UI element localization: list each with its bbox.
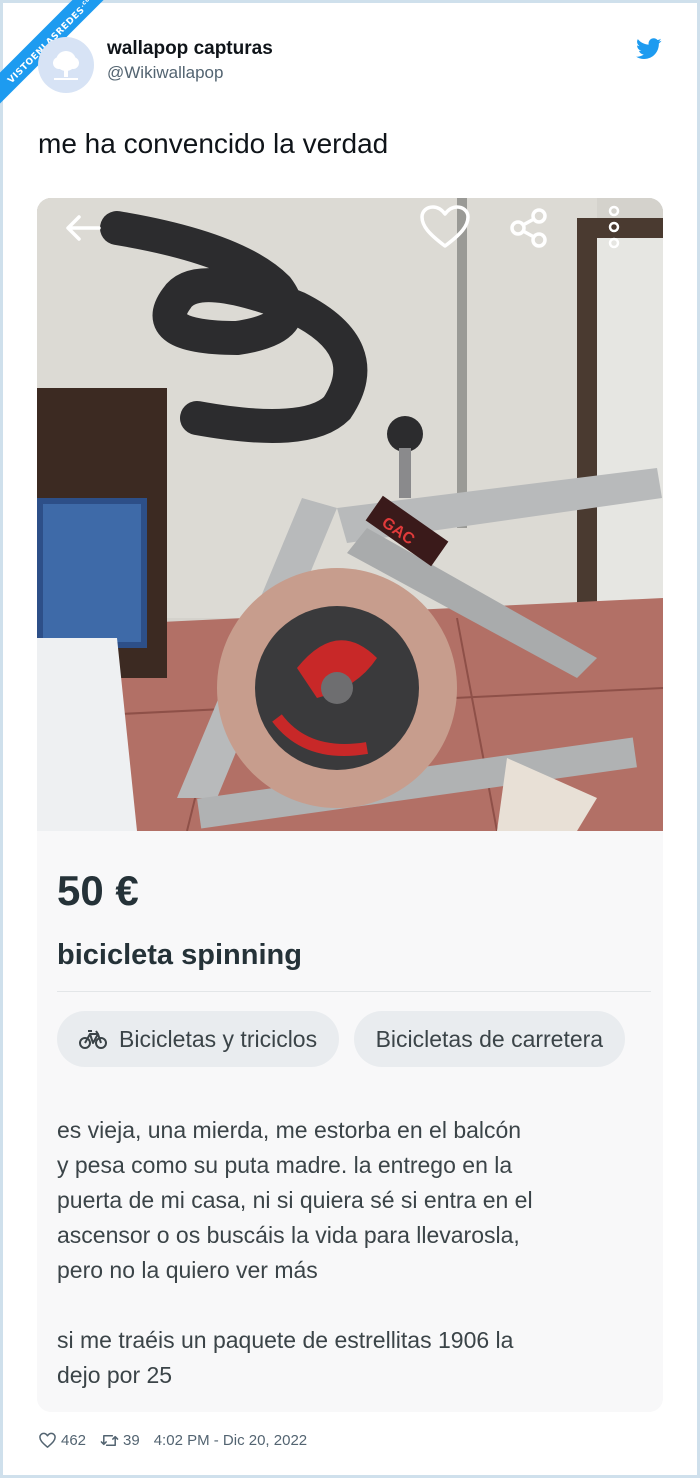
retweet-icon: [100, 1434, 119, 1446]
exercise-bike-photo: GAC: [37, 198, 663, 831]
author-handle[interactable]: @Wikiwallapop: [107, 63, 223, 83]
bicycle-icon: [79, 1030, 107, 1049]
retweet-button[interactable]: 39: [100, 1431, 140, 1450]
timestamp-text: 4:02 PM - Dic 20, 2022: [153, 1431, 308, 1449]
category-chip-label: Bicicletas y triciclos: [119, 1025, 318, 1052]
tree-logo-icon: [53, 51, 79, 80]
category-chips: Bicicletas y triciclos Bicicletas de car…: [57, 1011, 663, 1067]
description-paragraph: si me traéis un paquete de estrellitas 1…: [57, 1327, 514, 1388]
product-photo[interactable]: GAC: [37, 198, 663, 831]
like-button[interactable]: 462: [38, 1431, 86, 1450]
listing-details: 50 € bicicleta spinning Bicicletas y tri…: [37, 831, 663, 1412]
category-chip-label: Bicicletas de carretera: [375, 1025, 604, 1052]
more-options-icon[interactable]: [607, 204, 621, 250]
like-count: 462: [61, 1431, 87, 1449]
tweet-timestamp[interactable]: 4:02 PM - Dic 20, 2022: [154, 1432, 307, 1449]
twitter-bird-icon[interactable]: [636, 38, 662, 60]
listing-title: bicicleta spinning: [57, 939, 302, 971]
retweet-count: 39: [123, 1431, 140, 1449]
heart-icon: [39, 1432, 56, 1448]
category-chip-bicicletas-y-triciclos[interactable]: Bicicletas y triciclos: [57, 1011, 340, 1067]
divider: [57, 991, 651, 992]
favorite-heart-icon[interactable]: [419, 204, 471, 250]
author-name[interactable]: wallapop capturas: [107, 38, 273, 60]
avatar[interactable]: [38, 37, 94, 93]
category-chip-bicicletas-de-carretera[interactable]: Bicicletas de carretera: [353, 1011, 626, 1067]
listing-screenshot: GAC 50 € bicicleta spinning Bicicletas y…: [37, 198, 663, 1412]
description-paragraph: es vieja, una mierda, me estorba en el b…: [57, 1117, 533, 1283]
back-arrow-icon[interactable]: [63, 212, 103, 244]
tweet-text: me ha convencido la verdad: [38, 128, 389, 159]
listing-description: es vieja, una mierda, me estorba en el b…: [57, 1113, 647, 1412]
share-icon[interactable]: [509, 208, 549, 248]
listing-price: 50 €: [57, 867, 139, 914]
tweet-footer: 462 39 4:02 PM - Dic 20, 2022: [38, 1429, 321, 1451]
